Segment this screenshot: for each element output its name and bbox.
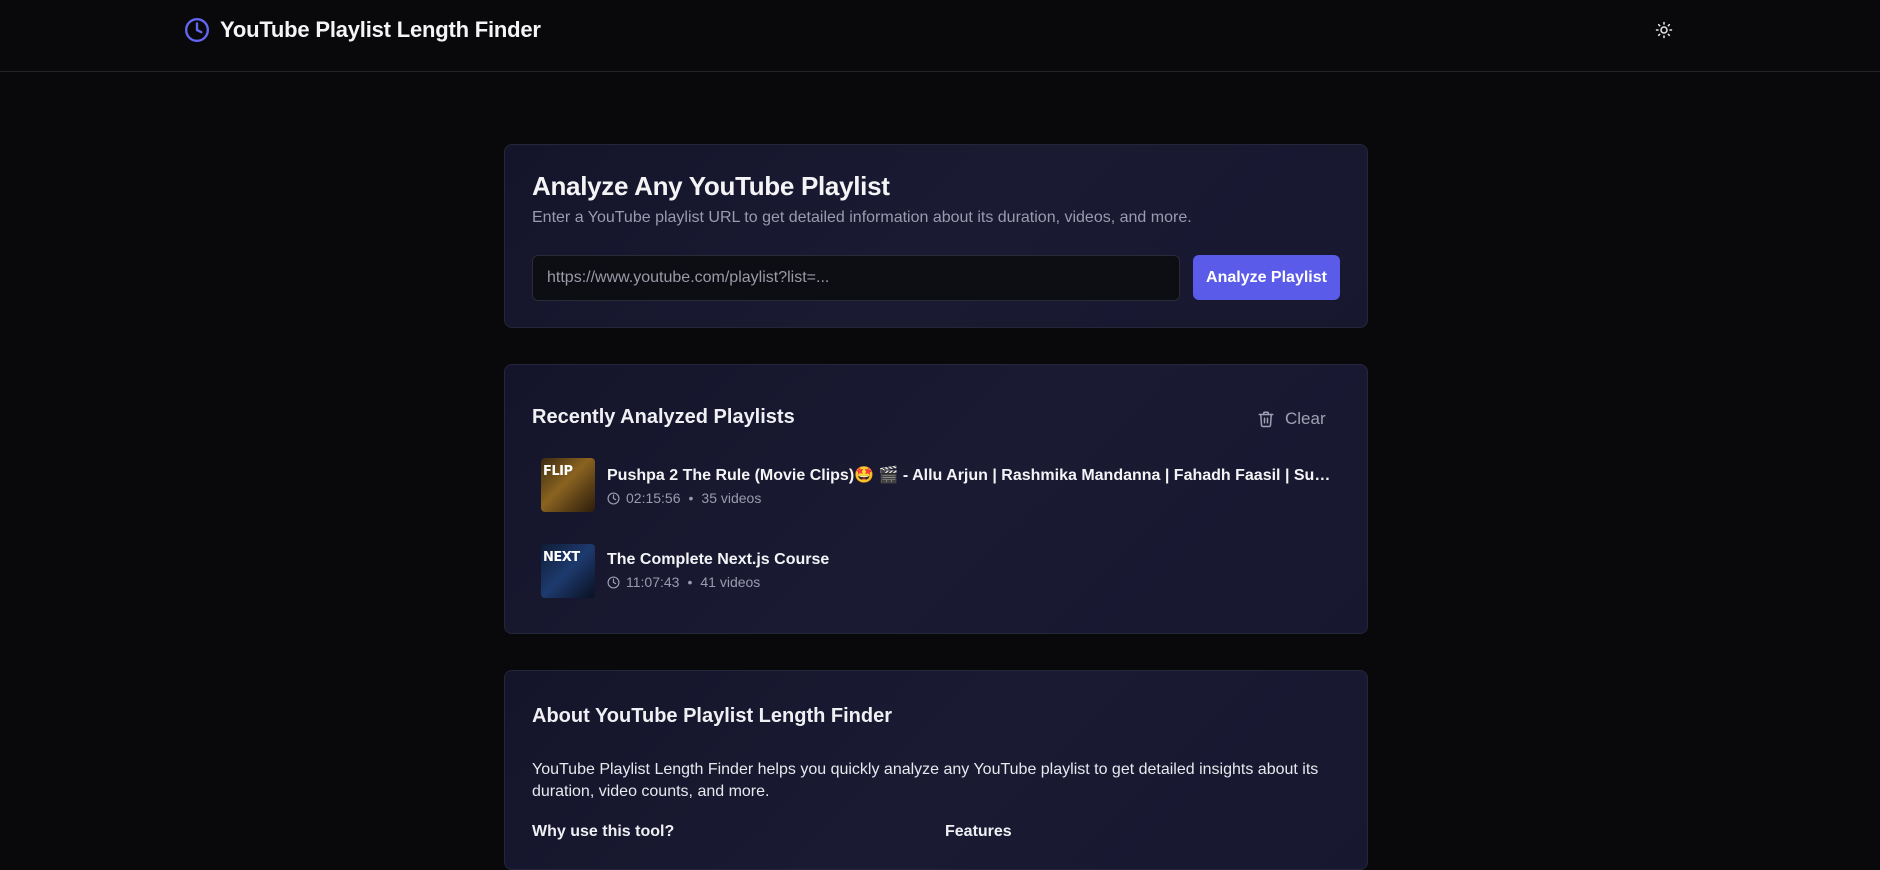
playlist-duration: 11:07:43 [626,574,680,590]
about-title: About YouTube Playlist Length Finder [532,705,892,727]
playlist-item[interactable]: FLIP Pushpa 2 The Rule (Movie Clips)🤩 🎬 … [541,458,1341,514]
meta-separator: • [688,490,694,506]
about-text: YouTube Playlist Length Finder helps you… [532,761,1319,800]
theme-toggle-button[interactable] [1652,18,1676,42]
playlist-video-count: 41 videos [700,574,761,590]
analyze-card: Analyze Any YouTube Playlist Enter a You… [504,144,1368,328]
brand[interactable]: YouTube Playlist Length Finder [184,17,541,43]
features-heading: Features [945,823,1012,840]
playlist-thumbnail: NEXT [541,544,595,598]
sun-icon [1655,21,1673,39]
app-title: YouTube Playlist Length Finder [220,17,541,42]
playlist-duration: 02:15:56 [626,490,681,506]
thumbnail-text: FLIP [543,464,573,479]
playlist-thumbnail: FLIP [541,458,595,512]
clear-label: Clear [1285,409,1326,428]
clock-icon [607,491,620,505]
clock-icon [607,575,620,589]
playlist-title: The Complete Next.js Course [607,551,830,568]
playlist-url-input[interactable] [532,255,1180,301]
top-navbar: YouTube Playlist Length Finder [0,0,1880,72]
playlist-meta: 02:15:56 • 35 videos [607,490,1331,506]
playlist-item[interactable]: NEXT The Complete Next.js Course 11:07:4… [541,544,1341,600]
recent-title: Recently Analyzed Playlists [532,406,795,428]
meta-separator: • [687,574,693,590]
trash-icon [1258,411,1274,428]
playlist-title: Pushpa 2 The Rule (Movie Clips)🤩 🎬 - All… [607,467,1331,484]
analyze-title: Analyze Any YouTube Playlist [532,171,890,201]
recent-playlists-card: Recently Analyzed Playlists Clear FLIP P… [504,364,1368,634]
clock-icon [184,17,210,43]
why-heading: Why use this tool? [532,823,675,840]
analyze-playlist-button[interactable]: Analyze Playlist [1193,255,1340,300]
playlist-meta: 11:07:43 • 41 videos [607,574,829,590]
analyze-subtitle: Enter a YouTube playlist URL to get deta… [532,209,1192,226]
clear-history-button[interactable]: Clear [1257,407,1326,431]
thumbnail-text: NEXT [543,550,580,565]
playlist-video-count: 35 videos [701,490,762,506]
about-card: About YouTube Playlist Length Finder You… [504,670,1368,870]
